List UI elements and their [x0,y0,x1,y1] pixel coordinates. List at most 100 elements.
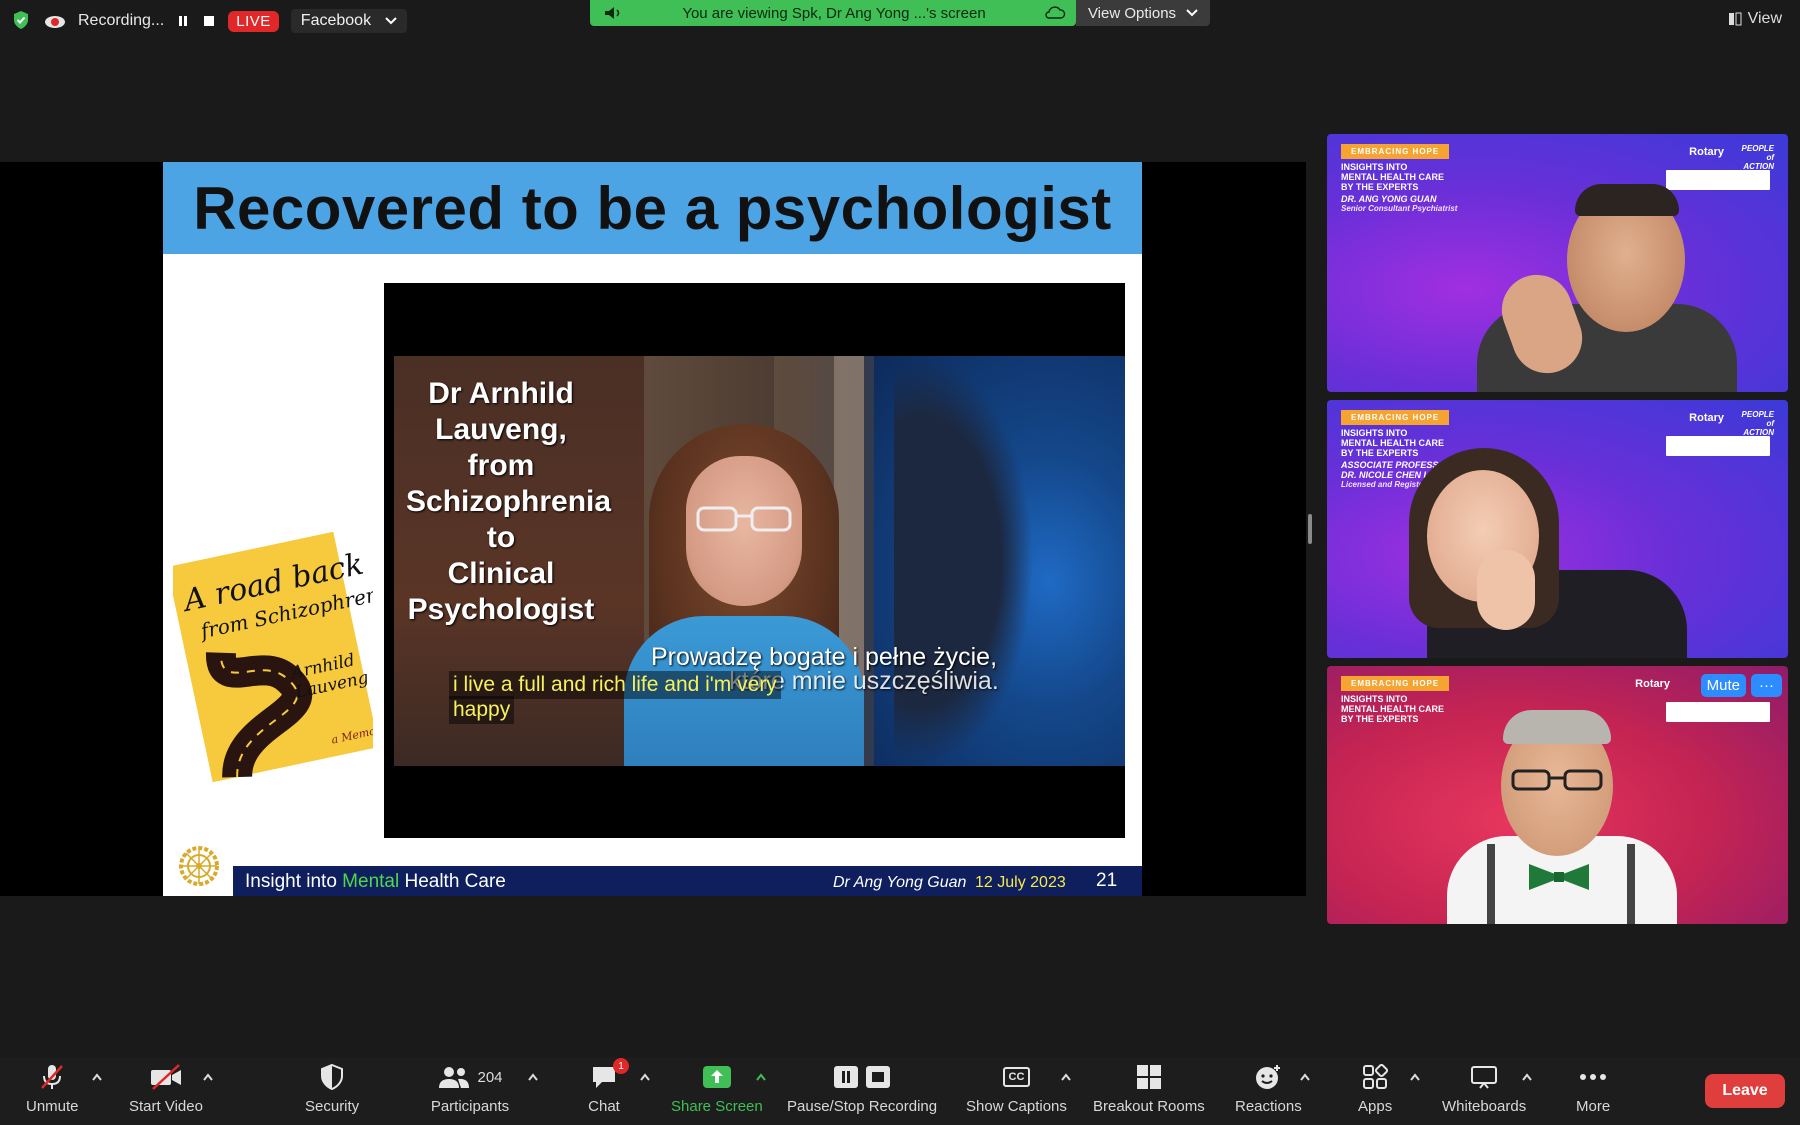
reactions-button[interactable]: Reactions [1235,1062,1302,1115]
video-caption-title: Dr Arnhild Lauveng, from Schizophrenia t… [406,376,612,628]
view-options-label: View Options [1087,4,1177,22]
apps-button[interactable]: Apps [1358,1062,1392,1115]
pause-stop-recording-button[interactable]: Pause/Stop Recording [787,1062,937,1115]
share-options-caret-icon[interactable] [755,1072,767,1082]
caption-line: Lauveng, [435,413,567,446]
audio-options-caret-icon[interactable] [91,1072,103,1082]
footer-title-part: Health Care [399,871,506,892]
glasses-icon [1511,769,1603,791]
pause-recording-icon[interactable] [176,14,190,28]
screen-share-banner: You are viewing Spk, Dr Ang Yong ...'s s… [590,0,1076,26]
breakout-rooms-button[interactable]: Breakout Rooms [1093,1062,1205,1115]
footer-title-highlight: Mental [342,871,400,892]
people-of-action-label: PEOPLE of ACTION [1741,144,1774,171]
share-banner-text: You are viewing Spk, Dr Ang Yong ...'s s… [682,4,986,22]
leave-meeting-button[interactable]: Leave [1705,1074,1785,1108]
chat-options-caret-icon[interactable] [639,1072,651,1082]
speaker-icon[interactable] [602,4,624,22]
whiteboards-button[interactable]: Whiteboards [1442,1062,1526,1115]
mute-participant-button[interactable]: Mute [1700,674,1746,697]
presentation-slide: Recovered to be a psychologist A road ba… [163,162,1142,896]
tile-info-line: MENTAL HEALTH CARE [1341,172,1444,182]
slide-footer-date: 12 July 2023 [975,874,1066,891]
tile-banner-tag: EMBRACING HOPE [1341,144,1450,159]
caption-line: from [467,449,535,482]
view-options-button[interactable]: View Options [1076,0,1210,26]
pause-stop-icon [832,1062,892,1092]
caption-line: to [486,521,516,554]
embedded-video[interactable]: Dr Arnhild Lauveng, from Schizophrenia t… [384,283,1125,838]
participant-video-tile[interactable]: EMBRACING HOPE INSIGHTS INTO MENTAL HEAL… [1327,666,1788,924]
tile-info-line: BY THE EXPERTS [1341,182,1419,192]
video-options-caret-icon[interactable] [202,1072,214,1082]
show-captions-label: Show Captions [966,1098,1067,1115]
stream-target-dropdown[interactable]: Facebook [290,9,408,33]
tile-banner-tag: EMBRACING HOPE [1341,410,1450,425]
unmute-label: Unmute [26,1098,79,1115]
more-dots-icon [1576,1062,1610,1092]
security-button[interactable]: Security [305,1062,359,1115]
participant-suspenders [1627,844,1635,924]
bow-tie-icon [1529,864,1589,890]
live-badge[interactable]: LIVE [228,10,279,32]
caption-line: Dr Arnhild [428,377,574,410]
whiteboard-icon [1467,1062,1501,1092]
caption-line: Schizophrenia [406,485,612,518]
apps-options-caret-icon[interactable] [1409,1072,1421,1082]
share-screen-button[interactable]: Share Screen [671,1062,763,1115]
reactions-options-caret-icon[interactable] [1299,1072,1311,1082]
participants-label: Participants [430,1098,510,1115]
share-screen-label: Share Screen [671,1098,763,1115]
captions-cc-text: CC [1002,1067,1031,1087]
glasses-icon [696,506,792,532]
microphone-muted-icon [35,1062,69,1092]
unmute-button[interactable]: Unmute [26,1062,79,1115]
breakout-rooms-label: Breakout Rooms [1093,1098,1205,1115]
start-video-label: Start Video [129,1098,203,1115]
participants-options-caret-icon[interactable] [527,1072,539,1082]
slide-footer-author: Dr Ang Yong Guan [833,874,967,891]
english-subtitle-line-2: happy [449,696,515,724]
tile-location-strip [1666,436,1770,456]
recording-label: Recording... [78,12,165,29]
participants-button[interactable]: 204 Participants [425,1062,515,1115]
reactions-label: Reactions [1235,1098,1302,1115]
show-captions-button[interactable]: CC Show Captions [966,1062,1067,1115]
tile-location-strip [1666,702,1770,722]
stop-recording-icon[interactable] [202,14,216,28]
tile-banner-tag: EMBRACING HOPE [1341,676,1450,691]
tile-info-line: MENTAL HEALTH CARE [1341,704,1444,714]
view-button[interactable]: View [1728,10,1782,28]
cloud-icon [1045,6,1066,19]
participant-more-button[interactable]: ··· [1751,674,1782,697]
tile-speaker-name: DR. ANG YONG GUAN [1341,194,1437,204]
share-screen-icon [700,1062,734,1092]
tile-info-line: BY THE EXPERTS [1341,448,1419,458]
more-button[interactable]: More [1576,1062,1610,1115]
apps-icon [1358,1062,1392,1092]
tile-location-strip [1666,170,1770,190]
start-video-button[interactable]: Start Video [129,1062,203,1115]
tile-info-text: INSIGHTS INTO MENTAL HEALTH CARE BY THE … [1341,162,1457,214]
whiteboards-options-caret-icon[interactable] [1521,1072,1533,1082]
security-label: Security [305,1098,360,1115]
tile-info-line: BY THE EXPERTS [1341,714,1419,724]
rotary-label: Rotary [1689,146,1724,158]
slide-header: Recovered to be a psychologist [163,162,1142,254]
video-dark-curve [894,356,1034,766]
shield-icon[interactable] [12,10,30,30]
panel-resize-handle[interactable] [1308,514,1312,544]
reaction-smiley-icon [1251,1062,1285,1092]
participants-icon: 204 [425,1062,515,1092]
view-layout-icon [1728,12,1742,26]
chat-button[interactable]: 1 Chat [587,1058,629,1115]
chat-bubble-icon: 1 [587,1058,629,1092]
footer-title-part: Insight into [245,871,343,892]
participant-video-tile[interactable]: EMBRACING HOPE INSIGHTS INTO MENTAL HEAL… [1327,134,1788,392]
captions-options-caret-icon[interactable] [1060,1072,1072,1082]
view-label: View [1747,10,1782,27]
cloud-record-icon [45,16,65,28]
tile-info-line: INSIGHTS INTO [1341,162,1408,172]
participant-video-tile[interactable]: EMBRACING HOPE INSIGHTS INTO MENTAL HEAL… [1327,400,1788,658]
tile-speaker-role: Senior Consultant Psychiatrist [1341,204,1458,213]
